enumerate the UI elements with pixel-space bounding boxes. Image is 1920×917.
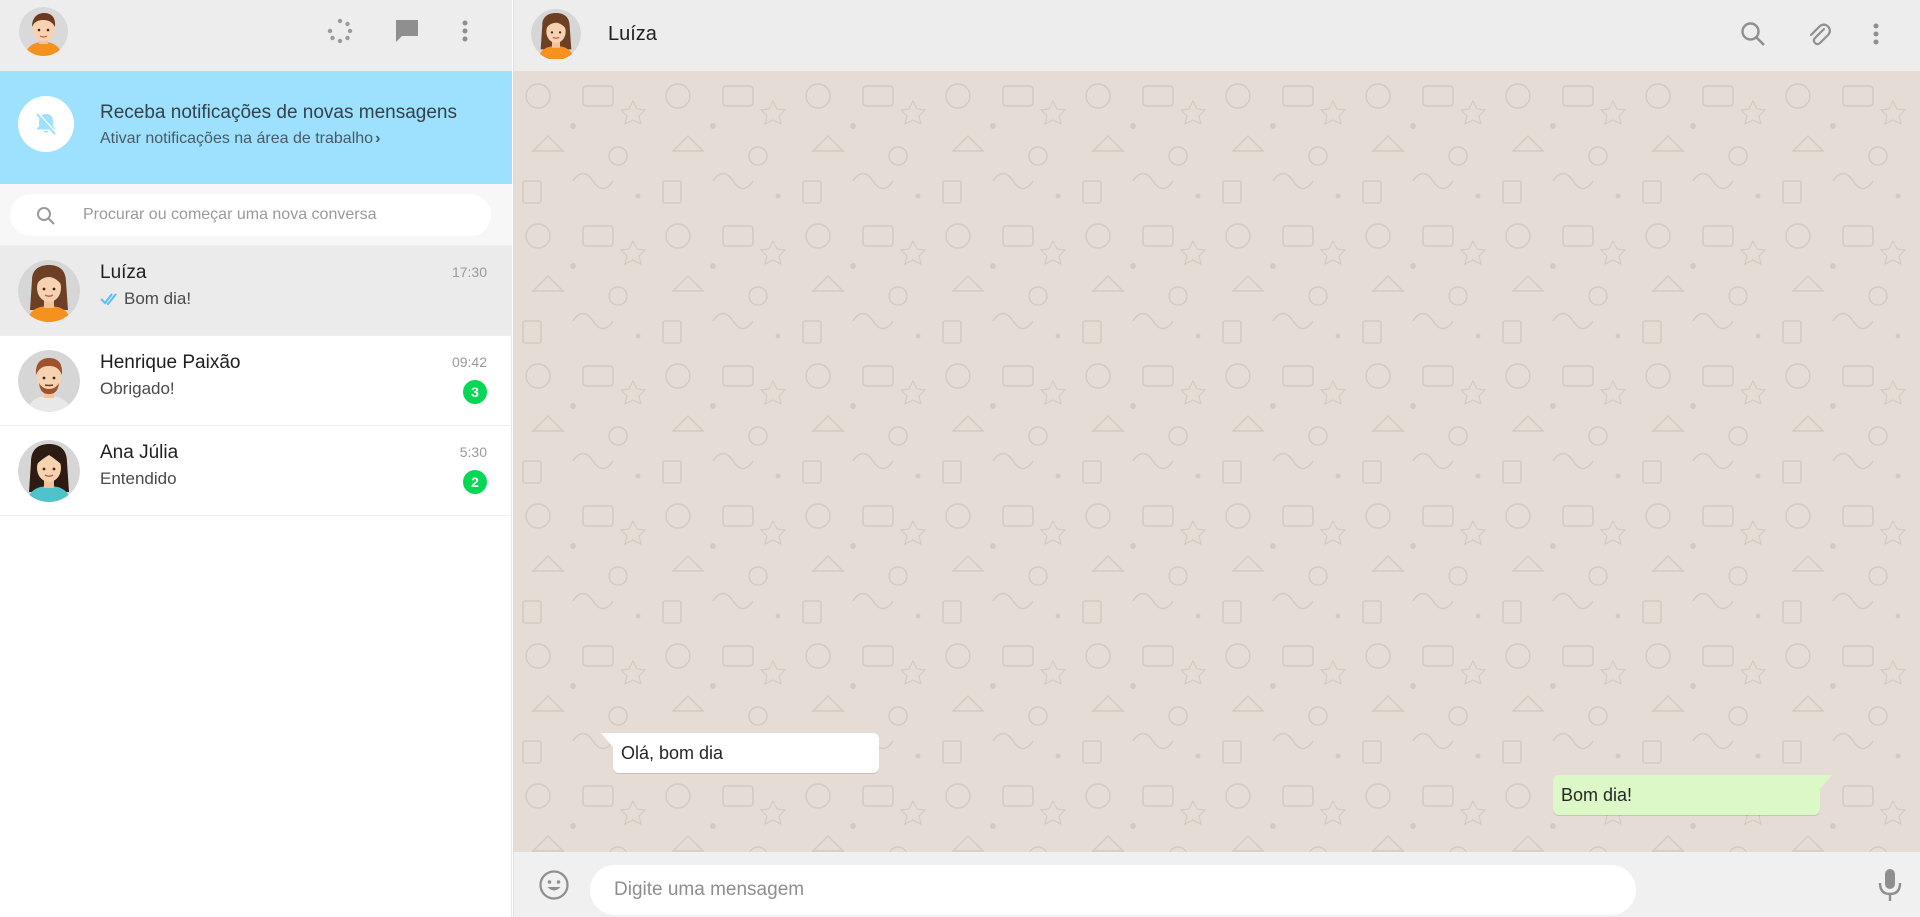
left-header <box>0 0 512 71</box>
chat-item-ana-julia[interactable]: Ana Júlia 5:30 Entendido 2 <box>0 426 512 516</box>
female-avatar-icon <box>531 9 581 59</box>
paperclip-icon <box>1809 23 1831 46</box>
whatsapp-web-app: Receba notificações de novas mensagens A… <box>0 0 1920 917</box>
status-button[interactable] <box>325 16 355 46</box>
message-area[interactable]: Olá, bom dia Bom dia! <box>513 71 1920 852</box>
new-chat-icon <box>396 20 418 42</box>
muted-bell-icon <box>36 112 57 135</box>
conversation-menu-button[interactable] <box>1861 19 1891 49</box>
message-text: Olá, bom dia <box>621 743 724 763</box>
user-avatar-icon <box>19 7 68 56</box>
chat-name: Ana Júlia <box>100 442 179 463</box>
message-input[interactable] <box>590 865 1636 915</box>
conversation-header: Luíza <box>513 0 1920 71</box>
notification-banner[interactable]: Receba notificações de novas mensagens A… <box>0 71 512 184</box>
emoji-icon[interactable] <box>538 869 570 901</box>
chat-time: 09:42 <box>451 354 487 370</box>
chat-name: Henrique Paixão <box>100 352 241 373</box>
avatar <box>18 350 80 412</box>
status-icon <box>327 18 353 44</box>
chat-last-message: Obrigado! <box>100 379 175 398</box>
contact-avatar[interactable] <box>531 8 581 60</box>
search-bar <box>0 184 512 246</box>
notification-title: Receba notificações de novas mensagens <box>100 102 458 123</box>
female-avatar-icon <box>18 440 80 502</box>
bubble-tail <box>601 733 613 747</box>
notification-icon-circle <box>18 96 74 152</box>
avatar <box>18 440 80 502</box>
avatar <box>18 260 80 322</box>
message-incoming[interactable]: Olá, bom dia <box>601 733 879 773</box>
contact-name[interactable]: Luíza <box>608 23 657 46</box>
my-avatar[interactable] <box>19 7 68 56</box>
bubble-tail <box>1820 775 1832 789</box>
notification-subtitle-text: Ativar notificações na área de trabalho <box>100 130 374 147</box>
microphone-icon[interactable] <box>1876 867 1904 903</box>
search-messages-button[interactable] <box>1738 19 1768 49</box>
conversation-pane: Luíza Olá, bom dia Bom dia! Digite uma m… <box>513 0 1920 917</box>
chat-item-luiza[interactable]: Luíza 17:30 Bom dia! <box>0 246 512 336</box>
left-pane: Receba notificações de novas mensagens A… <box>0 0 512 917</box>
menu-icon <box>462 20 468 42</box>
unread-badge: 3 <box>463 380 487 404</box>
new-chat-button[interactable] <box>392 16 422 46</box>
search-input[interactable] <box>83 194 473 236</box>
chat-last-message: Bom dia! <box>100 289 191 309</box>
female-avatar-icon <box>18 260 80 322</box>
search-icon <box>1741 22 1765 46</box>
notification-subtitle[interactable]: Ativar notificações na área de trabalho › <box>100 130 380 148</box>
chat-time: 17:30 <box>451 264 487 280</box>
chat-name: Luíza <box>100 262 147 283</box>
search-icon <box>37 207 55 225</box>
chat-item-henrique[interactable]: Henrique Paixão 09:42 Obrigado! 3 <box>0 336 512 426</box>
attach-button[interactable] <box>1804 19 1834 49</box>
chat-time: 5:30 <box>459 444 487 460</box>
menu-button[interactable] <box>450 16 480 46</box>
double-check-icon <box>100 293 117 306</box>
message-outgoing[interactable]: Bom dia! <box>1553 775 1832 815</box>
search-box[interactable] <box>10 194 491 236</box>
message-text: Bom dia! <box>1561 785 1633 805</box>
chevron-right-icon: › <box>375 130 381 147</box>
composer-bar <box>513 852 1920 917</box>
chat-last-message-text: Bom dia! <box>124 289 192 308</box>
chat-last-message: Entendido <box>100 469 177 488</box>
male-avatar-icon <box>18 350 80 412</box>
unread-badge: 2 <box>463 470 487 494</box>
menu-icon <box>1873 23 1879 45</box>
chat-list: Luíza 17:30 Bom dia! Henrique Paixão 09:… <box>0 246 512 516</box>
